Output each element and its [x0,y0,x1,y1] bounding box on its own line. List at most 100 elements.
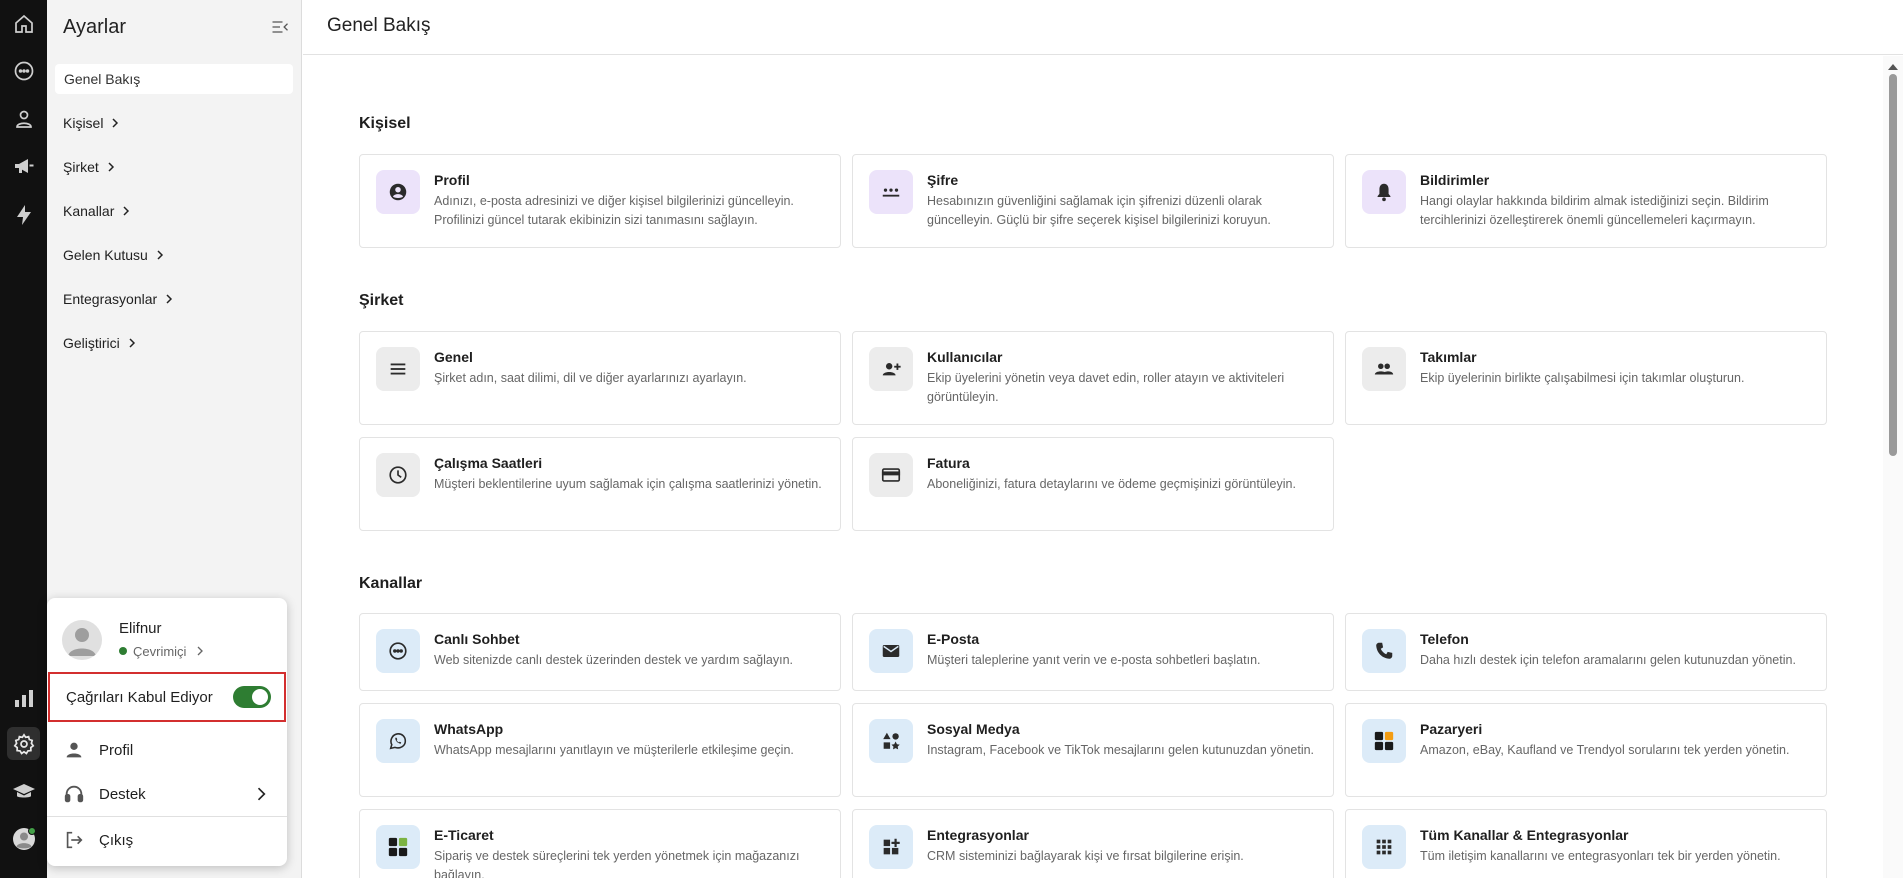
headset-icon [63,783,85,805]
sidebar-item-integrations[interactable]: Entegrasyonlar [63,288,177,310]
chevron-right-icon [257,787,266,801]
card-live-chat[interactable]: Canlı Sohbet Web sitenizde canlı destek … [359,613,841,691]
online-status-dot [119,647,127,655]
menu-item-label: Çıkış [99,831,134,849]
scroll-up-arrow-icon[interactable] [1888,64,1898,70]
card-title: Telefon [1420,631,1469,647]
section-title-channels: Kanallar [359,575,423,592]
toggle-knob [252,689,268,705]
card-phone[interactable]: Telefon Daha hızlı destek için telefon a… [1345,613,1827,691]
sidebar-item-channels[interactable]: Kanallar [63,200,134,222]
campaigns-icon[interactable] [7,149,40,182]
phone-icon [1362,629,1406,673]
sidebar-item-developer[interactable]: Geliştirici [63,332,140,354]
card-description: Şirket adın, saat dilimi, dil ve diğer a… [434,371,747,385]
card-title: Entegrasyonlar [927,827,1029,843]
menu-item-support[interactable]: Destek [47,774,287,814]
card-title: Canlı Sohbet [434,631,520,647]
reports-icon[interactable] [7,681,40,714]
card-description: Web sitenizde canlı destek üzerinden des… [434,653,793,667]
whatsapp-icon [376,719,420,763]
card-general[interactable]: Genel Şirket adın, saat dilimi, dil ve d… [359,331,841,425]
card-notifications[interactable]: Bildirimler Hangi olaylar hakkında bildi… [1345,154,1827,248]
card-description: Adınızı, e-posta adresinizi ve diğer kiş… [434,194,794,227]
card-title: E-Ticaret [434,827,494,843]
card-integrations[interactable]: Entegrasyonlar CRM sisteminizi bağlayara… [852,809,1334,878]
sidebar-item-label: Geliştirici [63,335,120,351]
card-teams[interactable]: Takımlar Ekip üyelerinin birlikte çalışa… [1345,331,1827,425]
card-users[interactable]: Kullanıcılar Ekip üyelerini yönetin veya… [852,331,1334,425]
apps-grid-icon [1362,825,1406,869]
sidebar-item-overview[interactable]: Genel Bakış [55,64,293,94]
card-description: Hangi olaylar hakkında bildirim almak is… [1420,194,1769,227]
password-icon [869,170,913,214]
card-description: Tüm iletişim kanallarını ve entegrasyonl… [1420,849,1781,863]
home-icon[interactable] [7,7,40,40]
status-selector[interactable]: Çevrimiçi [119,643,208,659]
status-label: Çevrimiçi [133,643,187,659]
icon-rail [0,0,47,878]
settings-overview: Kişisel Profil Adınızı, e-posta adresini… [303,56,1883,878]
card-email[interactable]: E-Posta Müşteri taleplerine yanıt verin … [852,613,1334,691]
card-title: Tüm Kanallar & Entegrasyonlar [1420,827,1629,843]
settings-icon[interactable] [7,727,40,760]
sidebar-item-company[interactable]: Şirket [63,156,119,178]
content-scrollbar[interactable] [1883,56,1903,878]
card-description: Müşteri taleplerine yanıt verin ve e-pos… [927,653,1261,667]
card-description: Hesabınızın güvenliğini sağlamak için şi… [927,194,1271,227]
group-icon [1362,347,1406,391]
card-description: Ekip üyelerinin birlikte çalışabilmesi i… [1420,371,1745,385]
menu-lines-icon [376,347,420,391]
widgets-icon [869,825,913,869]
card-description: Müşteri beklentilerine uyum sağlamak içi… [434,477,822,491]
accepting-calls-toggle[interactable] [233,686,271,708]
marketplace-icon [1362,719,1406,763]
sidebar-item-personal[interactable]: Kişisel [63,112,123,134]
scrollbar-thumb[interactable] [1889,74,1897,456]
sidebar-item-label: Entegrasyonlar [63,291,158,307]
menu-divider [47,816,287,817]
user-menu-popup: Elifnur Çevrimiçi Çağrıları Kabul Ediyor… [47,598,287,866]
sidebar-title: Ayarlar [63,15,126,38]
user-avatar-button[interactable] [7,822,40,855]
card-title: Genel [434,349,473,365]
card-billing[interactable]: Fatura Aboneliğinizi, fatura detaylarını… [852,437,1334,531]
page-header: Genel Bakış [303,0,1903,55]
card-marketplace[interactable]: Pazaryeri Amazon, eBay, Kaufland ve Tren… [1345,703,1827,797]
chevron-right-icon [197,646,204,656]
section-title-personal: Kişisel [359,115,411,132]
sidebar-item-label: Gelen Kutusu [63,247,148,263]
card-title: Pazaryeri [1420,721,1483,737]
sidebar-item-label: Kanallar [63,203,115,219]
card-ecommerce[interactable]: E-Ticaret Sipariş ve destek süreçlerini … [359,809,841,878]
mail-icon [869,629,913,673]
card-social-media[interactable]: Sosyal Medya Instagram, Facebook ve TikT… [852,703,1334,797]
bell-icon [1362,170,1406,214]
section-title-company: Şirket [359,292,404,309]
card-description: Ekip üyelerini yönetin veya davet edin, … [927,371,1285,404]
card-password[interactable]: Şifre Hesabınızın güvenliğini sağlamak i… [852,154,1334,248]
sidebar-item-label: Şirket [63,159,99,175]
card-profile[interactable]: Profil Adınızı, e-posta adresinizi ve di… [359,154,841,248]
card-title: Kullanıcılar [927,349,1003,365]
card-title: Sosyal Medya [927,721,1020,737]
logout-icon [63,829,85,851]
sidebar-item-label: Kişisel [63,115,104,131]
academy-icon[interactable] [7,775,40,808]
menu-item-profile[interactable]: Profil [47,730,287,770]
contacts-icon[interactable] [7,102,40,135]
automation-icon[interactable] [7,198,40,231]
sidebar-item-inbox[interactable]: Gelen Kutusu [63,244,168,266]
card-title: Profil [434,172,470,188]
menu-item-label: Destek [99,785,146,803]
card-all-channels[interactable]: Tüm Kanallar & Entegrasyonlar Tüm iletiş… [1345,809,1827,878]
collapse-sidebar-icon[interactable] [267,14,293,40]
card-description: CRM sisteminizi bağlayarak kişi ve fırsa… [927,849,1244,863]
menu-item-logout[interactable]: Çıkış [47,820,287,860]
conversations-icon[interactable] [7,54,40,87]
chevron-right-icon [123,206,130,216]
card-title: E-Posta [927,631,980,647]
card-whatsapp[interactable]: WhatsApp WhatsApp mesajlarını yanıtlayın… [359,703,841,797]
card-title: Takımlar [1420,349,1477,365]
card-working-hours[interactable]: Çalışma Saatleri Müşteri beklentilerine … [359,437,841,531]
